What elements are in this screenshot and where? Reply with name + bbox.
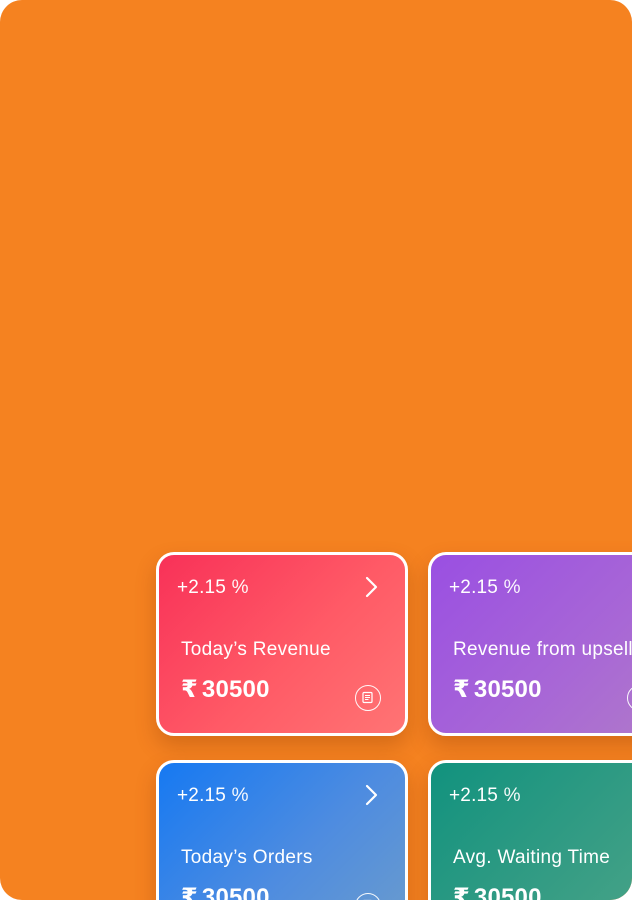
orders-card[interactable]: +2.15 % Today’s Orders ₹30500 [156,760,408,900]
currency-symbol: ₹ [453,884,470,900]
change-value: +2.15 [177,785,227,806]
receipt-icon [355,893,381,900]
dashboard-canvas: +2.15 % Today’s Revenue ₹30500 +2.15 % R… [0,0,632,900]
card-value: ₹30500 [181,675,270,704]
change-unit: % [231,785,249,806]
receipt-icon [627,685,632,711]
amount: 30500 [473,884,542,900]
change-indicator: +2.15 % [449,785,521,807]
amount: 30500 [473,676,542,703]
receipt-icon [355,685,381,711]
change-indicator: +2.15 % [177,785,249,807]
waiting-time-card[interactable]: +2.15 % Avg. Waiting Time ₹30500 [428,760,632,900]
upsell-revenue-card[interactable]: +2.15 % Revenue from upsell ₹30500 [428,552,632,736]
change-unit: % [231,577,249,598]
card-value: ₹30500 [453,883,542,900]
change-unit: % [503,577,521,598]
change-value: +2.15 [177,577,227,598]
change-indicator: +2.15 % [177,577,249,599]
card-title: Revenue from upsell [453,639,632,660]
revenue-card[interactable]: +2.15 % Today’s Revenue ₹30500 [156,552,408,736]
currency-symbol: ₹ [181,676,198,703]
receipt-icon [627,893,632,900]
change-value: +2.15 [449,785,499,806]
card-value: ₹30500 [453,675,542,704]
change-unit: % [503,785,521,806]
card-value: ₹30500 [181,883,270,900]
chevron-right-icon[interactable] [361,783,381,807]
amount: 30500 [201,676,270,703]
chevron-right-icon[interactable] [361,575,381,599]
change-indicator: +2.15 % [449,577,521,599]
amount: 30500 [201,884,270,900]
card-title: Today’s Orders [181,847,313,868]
currency-symbol: ₹ [181,884,198,900]
change-value: +2.15 [449,577,499,598]
card-title: Today’s Revenue [181,639,331,660]
card-title: Avg. Waiting Time [453,847,611,868]
currency-symbol: ₹ [453,676,470,703]
